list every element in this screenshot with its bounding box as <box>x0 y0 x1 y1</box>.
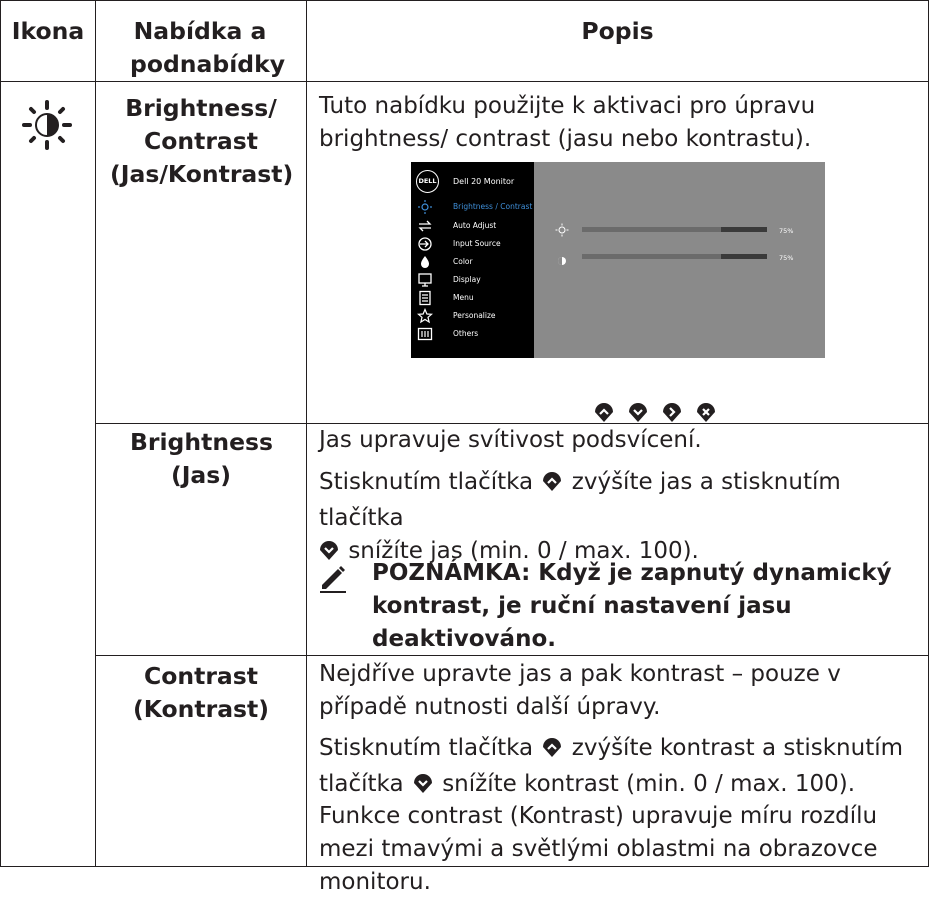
osd-item-display[interactable]: Display <box>411 271 534 289</box>
osd-item-label: Menu <box>453 293 474 302</box>
right-icon[interactable] <box>662 401 682 423</box>
close-icon[interactable] <box>696 401 716 423</box>
osd-main-menu: DELL Dell 20 Monitor Brightness / Contra… <box>411 162 534 358</box>
osd-item-others[interactable]: Others <box>411 325 534 343</box>
contrast-line1: Nejdříve upravte jas a pak kontrast – po… <box>319 661 841 720</box>
contrast-slider[interactable] <box>582 254 767 259</box>
brightness-slider-icon <box>555 222 569 237</box>
contrast-decrease-text: snížíte kontrast (min. 0 / max. 100). <box>442 771 856 797</box>
up-icon[interactable] <box>594 401 614 423</box>
brightness-line1: Jas upravuje svítivost podsvícení. <box>319 427 702 453</box>
contrast-increase-text: zvýšíte kontrast a stisknutím <box>571 735 904 761</box>
menu-icon <box>417 290 433 306</box>
others-icon <box>417 326 433 342</box>
contrast-slider-icon <box>557 251 567 265</box>
osd-title: Dell 20 Monitor <box>453 177 515 186</box>
up-button-icon <box>542 469 562 502</box>
personalize-icon <box>416 307 434 324</box>
brightness-press-text: Stisknutím tlačítka <box>319 469 534 495</box>
osd-item-label: Others <box>453 329 479 338</box>
brightness-value: 75% <box>779 227 794 235</box>
osd-item-label: Input Source <box>453 239 501 248</box>
contrast-slider-fill <box>582 254 721 259</box>
header-menu: Nabídka a podnabídky <box>130 17 286 78</box>
osd-item-brightness-contrast[interactable]: Brightness / Contrast <box>411 198 534 216</box>
brightness-contrast-description: Tuto nabídku použijte k aktivaci pro úpr… <box>319 93 816 152</box>
input-source-icon <box>417 236 433 252</box>
brightness-slider-fill <box>582 227 721 232</box>
dell-logo: DELL <box>416 170 439 193</box>
osd-item-personalize[interactable]: Personalize <box>411 307 534 325</box>
brightness-contrast-icon <box>21 99 73 151</box>
brightness-note: POZNÁMKA: Když je zapnutý dynamický kont… <box>372 560 892 652</box>
contrast-button-text: tlačítka <box>319 771 404 797</box>
contrast-press-text: Stisknutím tlačítka <box>319 735 534 761</box>
osd-item-color[interactable]: Color <box>411 253 534 271</box>
contrast-line3: Funkce contrast (Kontrast) upravuje míru… <box>319 803 878 895</box>
note-icon <box>318 563 348 593</box>
display-icon <box>417 272 433 288</box>
osd-item-menu[interactable]: Menu <box>411 289 534 307</box>
header-description: Popis <box>581 17 654 45</box>
brightness-slider[interactable] <box>582 227 767 232</box>
osd-item-label: Auto Adjust <box>453 221 497 230</box>
osd-item-label: Brightness / Contrast <box>453 202 533 211</box>
osd-menu-table: Ikona Nabídka a podnabídky Popis Brightn… <box>0 0 929 895</box>
brightness-icon <box>417 199 433 215</box>
osd-item-label: Display <box>453 275 481 284</box>
up-button-icon <box>542 735 562 768</box>
submenu-brightness-contrast: Brightness/ Contrast (Jas/Kontrast) <box>110 94 294 188</box>
auto-adjust-icon <box>417 218 433 234</box>
header-icon: Ikona <box>11 17 85 45</box>
osd-screenshot: DELL Dell 20 Monitor Brightness / Contra… <box>411 162 825 358</box>
osd-item-input-source[interactable]: Input Source <box>411 235 534 253</box>
down-icon[interactable] <box>628 401 648 423</box>
color-icon <box>417 254 433 270</box>
osd-item-label: Personalize <box>453 311 496 320</box>
contrast-line2: Stisknutím tlačítka zvýšíte kontrast a s… <box>319 732 929 804</box>
submenu-contrast: Contrast (Kontrast) <box>132 662 270 723</box>
contrast-value: 75% <box>779 254 794 262</box>
osd-item-auto-adjust[interactable]: Auto Adjust <box>411 217 534 235</box>
submenu-brightness: Brightness (Jas) <box>130 428 273 489</box>
brightness-line2: Stisknutím tlačítka zvýšíte jas a stiskn… <box>319 466 929 571</box>
osd-item-label: Color <box>453 257 473 266</box>
